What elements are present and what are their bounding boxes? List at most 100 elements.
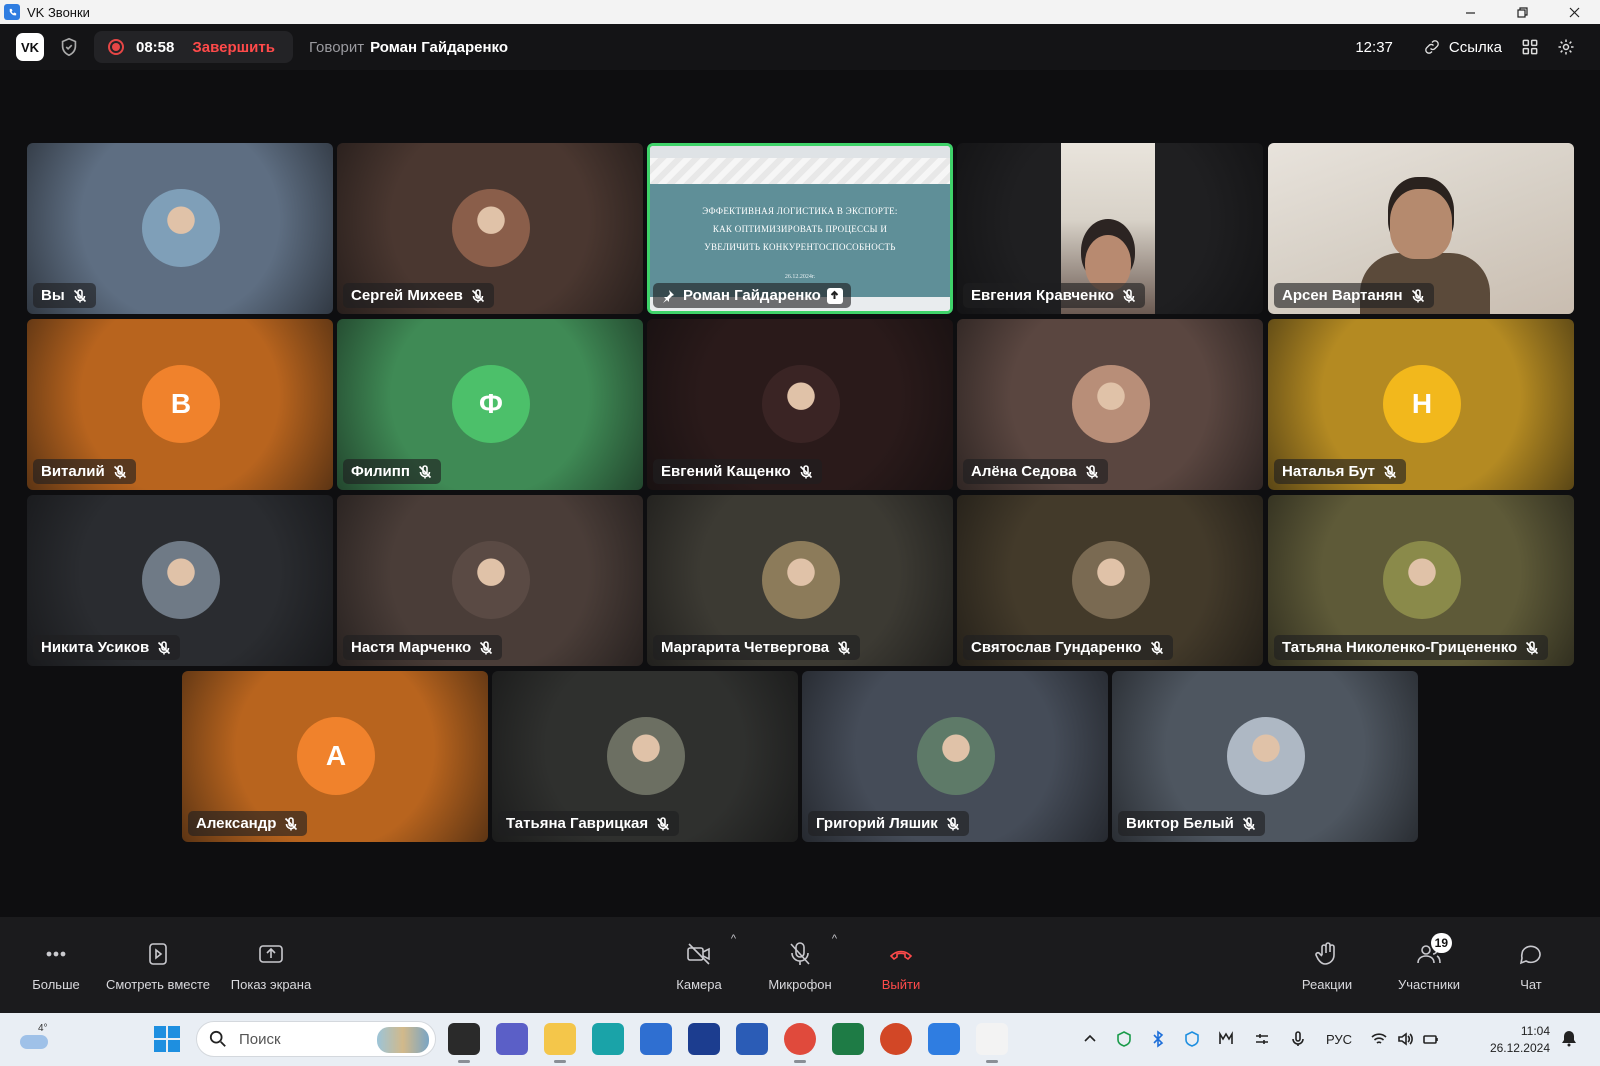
link-icon bbox=[1425, 40, 1439, 54]
screen-share-button[interactable]: Показ экрана bbox=[224, 917, 318, 1013]
task-view-app-icon[interactable] bbox=[448, 1023, 480, 1063]
window-title: VK Звонки bbox=[27, 4, 90, 20]
system-clock[interactable]: 11:04 26.12.2024 bbox=[1488, 1023, 1550, 1057]
participant-tile[interactable]: Виктор Белый bbox=[1112, 671, 1418, 842]
weather-widget[interactable]: 4° bbox=[18, 1023, 52, 1057]
participant-tile[interactable]: Евгений Кащенко bbox=[647, 319, 953, 490]
store-app-icon[interactable] bbox=[640, 1023, 672, 1055]
participant-tile[interactable]: Евгения Кравченко bbox=[957, 143, 1263, 314]
participant-name: Григорий Ляшик bbox=[816, 815, 938, 832]
vk-calls-taskbar-icon[interactable] bbox=[928, 1023, 960, 1055]
bluetooth-tray-icon[interactable] bbox=[1146, 1025, 1170, 1053]
teams-app-icon[interactable] bbox=[496, 1023, 528, 1055]
participant-tile[interactable]: Вы bbox=[27, 143, 333, 314]
settings-button[interactable] bbox=[1548, 31, 1584, 63]
minimize-button[interactable] bbox=[1444, 0, 1496, 24]
mic-muted-icon bbox=[417, 464, 433, 480]
participant-name-tag: Татьяна Гаврицкая bbox=[498, 811, 680, 836]
participant-tile[interactable]: Н Наталья Бут bbox=[1268, 319, 1574, 490]
word-app-icon[interactable] bbox=[736, 1023, 768, 1055]
restore-button[interactable] bbox=[1496, 0, 1548, 24]
vk-calls-app-icon bbox=[4, 4, 20, 20]
participant-name: Евгений Кащенко bbox=[661, 463, 791, 480]
file-explorer-app-icon[interactable] bbox=[544, 1023, 576, 1063]
system-time: 11:04 bbox=[1520, 1024, 1550, 1038]
participant-tile[interactable]: Григорий Ляшик bbox=[802, 671, 1108, 842]
record-icon bbox=[108, 39, 124, 55]
leave-call-button[interactable]: Выйти bbox=[868, 917, 934, 1013]
layout-grid-button[interactable] bbox=[1512, 31, 1548, 63]
camera-options-caret[interactable]: ^ bbox=[731, 933, 736, 945]
participant-tile[interactable]: Святослав Гундаренко bbox=[957, 495, 1263, 666]
participant-name: Виталий bbox=[41, 463, 105, 480]
participant-tile[interactable]: Татьяна Николенко-Грицененко bbox=[1268, 495, 1574, 666]
taskbar-search[interactable]: Поиск bbox=[196, 1021, 436, 1057]
copy-link-button[interactable]: Ссылка bbox=[1413, 31, 1512, 63]
participant-name: Никита Усиков bbox=[41, 639, 150, 656]
participant-tile[interactable]: А Александр bbox=[182, 671, 488, 842]
participant-tile[interactable]: Арсен Вартанян bbox=[1268, 143, 1574, 314]
camera-button[interactable]: ^ Камера bbox=[664, 917, 736, 1013]
participant-tile[interactable]: Татьяна Гаврицкая bbox=[492, 671, 798, 842]
mic-muted-icon bbox=[1524, 640, 1540, 656]
kaspersky-tray-icon[interactable] bbox=[1112, 1025, 1136, 1053]
input-language-indicator[interactable]: РУС bbox=[1322, 1025, 1356, 1053]
avatar bbox=[917, 717, 995, 795]
participant-name: Маргарита Четвергова bbox=[661, 639, 830, 656]
participant-tile[interactable]: Настя Марченко bbox=[337, 495, 643, 666]
show-hidden-icons-chevron-icon[interactable] bbox=[1078, 1025, 1102, 1053]
participant-name-tag: Виталий bbox=[33, 459, 136, 484]
camera-label: Камера bbox=[676, 976, 722, 992]
edge-browser-app-icon[interactable] bbox=[592, 1023, 624, 1055]
avatar bbox=[762, 541, 840, 619]
watch-together-button[interactable]: Смотреть вместе bbox=[100, 917, 216, 1013]
chat-button[interactable]: Чат bbox=[1508, 917, 1554, 1013]
mic-muted-icon bbox=[478, 640, 494, 656]
more-button[interactable]: Больше bbox=[26, 917, 86, 1013]
volume-icon[interactable] bbox=[1394, 1025, 1416, 1053]
shield-icon[interactable] bbox=[58, 36, 80, 58]
microphone-button[interactable]: ^ Микрофон bbox=[760, 917, 840, 1013]
participant-tile[interactable]: Маргарита Четвергова bbox=[647, 495, 953, 666]
participant-name-tag: Роман Гайдаренко bbox=[653, 283, 851, 308]
participant-tile[interactable]: Никита Усиков bbox=[27, 495, 333, 666]
shared-browser-bar bbox=[650, 146, 950, 158]
pin-icon[interactable] bbox=[661, 289, 675, 303]
participant-tile[interactable]: Сергей Михеев bbox=[337, 143, 643, 314]
microphone-options-caret[interactable]: ^ bbox=[832, 933, 837, 945]
end-recording-button[interactable]: Завершить bbox=[192, 39, 275, 56]
weather-cloud-icon bbox=[20, 1035, 48, 1049]
participant-name: Наталья Бут bbox=[1282, 463, 1375, 480]
participant-tile[interactable]: ЭФФЕКТИВНАЯ ЛОГИСТИКА В ЭКСПОРТЕ: КАК ОПТ… bbox=[647, 143, 953, 314]
battery-icon[interactable] bbox=[1420, 1025, 1442, 1053]
participant-name: Татьяна Гаврицкая bbox=[506, 815, 649, 832]
defender-tray-icon[interactable] bbox=[1180, 1025, 1204, 1053]
mail-app-icon[interactable] bbox=[688, 1023, 720, 1055]
participant-name: Алёна Седова bbox=[971, 463, 1077, 480]
close-window-button[interactable] bbox=[1548, 0, 1600, 24]
participant-tile[interactable]: Ф Филипп bbox=[337, 319, 643, 490]
microphone-tray-icon[interactable] bbox=[1286, 1025, 1310, 1053]
participants-button[interactable]: 19 Участники bbox=[1392, 917, 1466, 1013]
mic-muted-icon bbox=[1382, 464, 1398, 480]
powerpoint-app-icon[interactable] bbox=[880, 1023, 912, 1055]
mic-muted-icon bbox=[655, 816, 671, 832]
slide-header-pattern bbox=[650, 158, 950, 186]
notification-bell-icon[interactable] bbox=[1560, 1029, 1580, 1049]
participant-person bbox=[1390, 189, 1452, 259]
participant-tile[interactable]: Алёна Седова bbox=[957, 319, 1263, 490]
yandex-browser-app-icon[interactable] bbox=[976, 1023, 1008, 1063]
participant-tile[interactable]: В Виталий bbox=[27, 319, 333, 490]
mail-tray-icon[interactable] bbox=[1214, 1025, 1238, 1053]
excel-app-icon[interactable] bbox=[832, 1023, 864, 1055]
reactions-button[interactable]: Реакции bbox=[1292, 917, 1362, 1013]
screen-share-label: Показ экрана bbox=[230, 976, 312, 992]
wifi-icon[interactable] bbox=[1368, 1025, 1390, 1053]
search-highlight-image bbox=[377, 1027, 429, 1053]
tuner-tray-icon[interactable] bbox=[1250, 1025, 1274, 1053]
chrome-app-icon[interactable] bbox=[784, 1023, 816, 1063]
speaking-label: Говорит bbox=[308, 38, 365, 56]
start-button[interactable] bbox=[154, 1026, 180, 1052]
mic-muted-icon bbox=[1121, 288, 1137, 304]
participant-name-tag: Татьяна Николенко-Грицененко bbox=[1274, 635, 1549, 660]
